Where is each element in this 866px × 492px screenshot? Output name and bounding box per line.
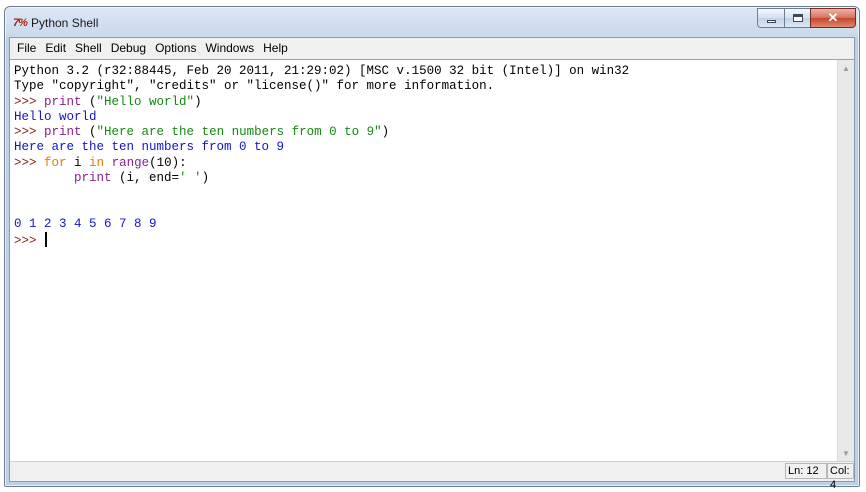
menu-debug[interactable]: Debug <box>107 38 150 59</box>
shell-text-segment: for <box>44 155 67 170</box>
shell-text-segment <box>14 171 74 185</box>
scroll-up-icon[interactable]: ▲ <box>838 60 854 76</box>
minimize-icon <box>758 9 784 27</box>
menu-file[interactable]: File <box>13 38 40 59</box>
close-button[interactable]: ✕ <box>810 8 856 28</box>
shell-text-segment: ( <box>81 125 97 140</box>
shell-text-segment: (10): <box>149 155 187 170</box>
menu-shell[interactable]: Shell <box>71 38 106 59</box>
shell-line: Python 3.2 (r32:88445, Feb 20 2011, 21:2… <box>14 64 837 79</box>
shell-text-segment: ( <box>81 94 97 109</box>
title-bar[interactable]: 7% Python Shell ✕ <box>5 7 859 37</box>
menu-bar: File Edit Shell Debug Options Windows He… <box>10 38 854 59</box>
shell-text-segment: Python 3.2 (r32:88445, Feb 20 2011, 21:2… <box>14 64 630 78</box>
window-title: Python Shell <box>31 16 99 30</box>
shell-text-segment: "Hello world" <box>96 94 195 109</box>
line-number-indicator: Ln: 12 <box>785 463 827 479</box>
shell-line: >>> <box>14 232 837 249</box>
shell-text-segment: >>> <box>14 234 45 249</box>
maximize-icon <box>785 9 810 27</box>
menu-options[interactable]: Options <box>151 38 200 59</box>
minimize-button[interactable] <box>757 8 785 28</box>
shell-text-segment: ) <box>194 94 202 109</box>
shell-text-segment: Here are the ten numbers from 0 to 9 <box>14 140 285 155</box>
shell-line: 0 1 2 3 4 5 6 7 8 9 <box>14 217 837 232</box>
shell-text-segment: (i, end= <box>111 171 180 186</box>
shell-text-segment: print <box>74 171 112 186</box>
text-cursor <box>45 232 48 248</box>
shell-text-segment: ' ' <box>179 171 202 186</box>
shell-text-segment: print <box>44 125 82 140</box>
shell-text-segment: Hello world <box>14 109 97 124</box>
shell-line: Type "copyright", "credits" or "license(… <box>14 79 837 94</box>
vertical-scrollbar[interactable]: ▲ ▼ <box>837 59 854 461</box>
shell-text-segment: >>> <box>14 125 45 140</box>
menu-windows[interactable]: Windows <box>201 38 258 59</box>
shell-text-segment: in <box>89 155 105 170</box>
shell-text-segment: ) <box>201 171 210 186</box>
menu-help[interactable]: Help <box>259 38 292 59</box>
shell-text-area[interactable]: Python 3.2 (r32:88445, Feb 20 2011, 21:2… <box>10 59 837 461</box>
window-client-area: File Edit Shell Debug Options Windows He… <box>9 37 855 491</box>
column-number-indicator: Col: 4 <box>827 463 854 491</box>
python-shell-window: 7% Python Shell ✕ File Edit Shell Debug … <box>4 6 860 491</box>
scroll-down-icon[interactable]: ▼ <box>838 445 854 461</box>
menu-edit[interactable]: Edit <box>41 38 70 59</box>
shell-text-segment: print <box>44 94 82 109</box>
status-bar: Ln: 12 Col: 4 <box>10 461 854 491</box>
shell-text-segment: range <box>111 155 150 170</box>
shell-line: >>> print ("Hello world") <box>14 95 837 110</box>
python-tk-icon: 7% <box>13 17 28 29</box>
shell-line: >>> print ("Here are the ten numbers fro… <box>14 125 837 140</box>
shell-line: Hello world <box>14 110 837 125</box>
shell-text-segment: i <box>66 155 90 170</box>
shell-text-segment: >>> <box>14 94 45 109</box>
shell-text-segment <box>104 156 112 170</box>
shell-text-segment: >>> <box>14 155 45 170</box>
maximize-button[interactable] <box>784 8 811 28</box>
shell-line: Here are the ten numbers from 0 to 9 <box>14 140 837 155</box>
shell-line: >>> for i in range(10): <box>14 156 837 171</box>
close-icon: ✕ <box>827 10 839 25</box>
shell-line: print (i, end=' ') <box>14 171 837 186</box>
shell-text-segment: 0 1 2 3 4 5 6 7 8 9 <box>14 216 157 231</box>
shell-text-segment: Type "copyright", "credits" or "license(… <box>14 79 495 94</box>
shell-text-segment: ) <box>381 125 390 140</box>
shell-text-segment: "Here are the ten numbers from 0 to 9" <box>96 125 382 140</box>
